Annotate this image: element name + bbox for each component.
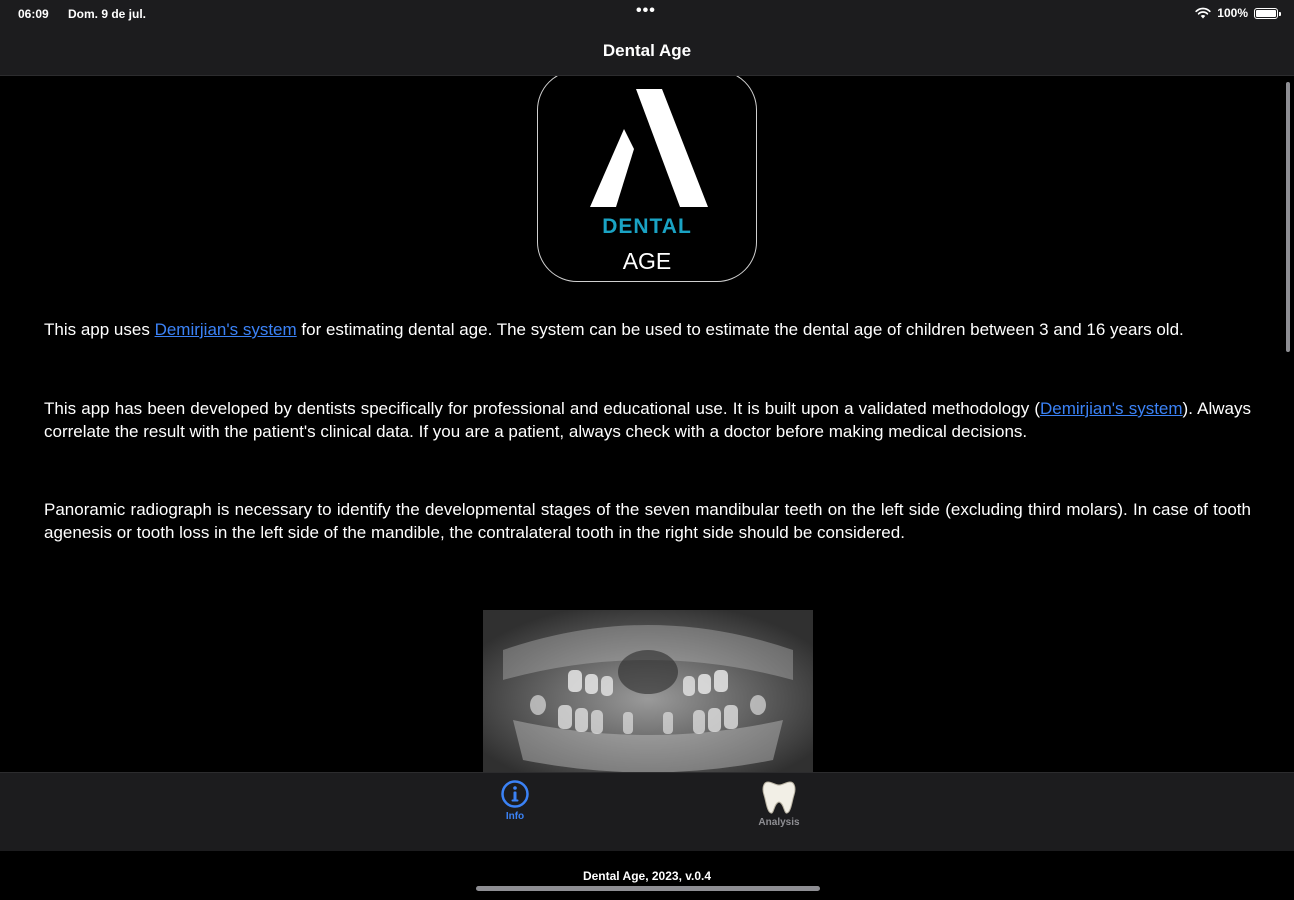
app-logo: DENTAL AGE [537, 76, 757, 282]
radiograph-paragraph: Panoramic radiograph is necessary to ide… [44, 500, 1251, 542]
home-indicator[interactable] [476, 886, 820, 891]
tooth-icon [762, 781, 796, 814]
info-content[interactable]: DENTAL AGE This app uses Demirjian's sys… [0, 76, 1294, 772]
wifi-icon [1195, 7, 1211, 19]
battery-percent: 100% [1217, 6, 1248, 20]
tab-analysis[interactable]: Analysis [734, 779, 824, 828]
status-right: 100% [1195, 6, 1281, 20]
logo-text-dental: DENTAL [602, 215, 692, 238]
logo-text-age: AGE [622, 248, 672, 274]
tab-info-label: Info [505, 811, 525, 822]
status-bar: 06:09 Dom. 9 de jul. ••• 100% [0, 0, 1294, 28]
navigation-bar: Dental Age [0, 28, 1294, 76]
footer: Dental Age, 2023, v.0.4 [0, 851, 1294, 900]
tab-analysis-label: Analysis [758, 817, 800, 828]
page-title: Dental Age [602, 41, 692, 60]
logo-mark-icon [590, 89, 708, 207]
battery-icon [1254, 7, 1281, 19]
info-circle-icon [501, 780, 529, 808]
status-date: Dom. 9 de jul. [68, 7, 147, 21]
scrollbar[interactable] [1286, 82, 1290, 352]
status-time: 06:09 [18, 7, 49, 21]
tab-bar: Info Analysis [0, 772, 1294, 851]
panoramic-radiograph-image [483, 610, 813, 772]
demirjian-system-link-2[interactable]: Demirjian's system [1040, 399, 1183, 418]
demirjian-system-link[interactable]: Demirjian's system [155, 320, 297, 339]
intro-paragraph: This app uses Demirjian's system for est… [44, 320, 1184, 339]
version-text: Dental Age, 2023, v.0.4 [582, 869, 712, 883]
disclaimer-paragraph: This app has been developed by dentists … [44, 399, 1251, 441]
tab-info[interactable]: Info [470, 779, 560, 822]
multitasking-dots-icon[interactable]: ••• [636, 2, 656, 20]
